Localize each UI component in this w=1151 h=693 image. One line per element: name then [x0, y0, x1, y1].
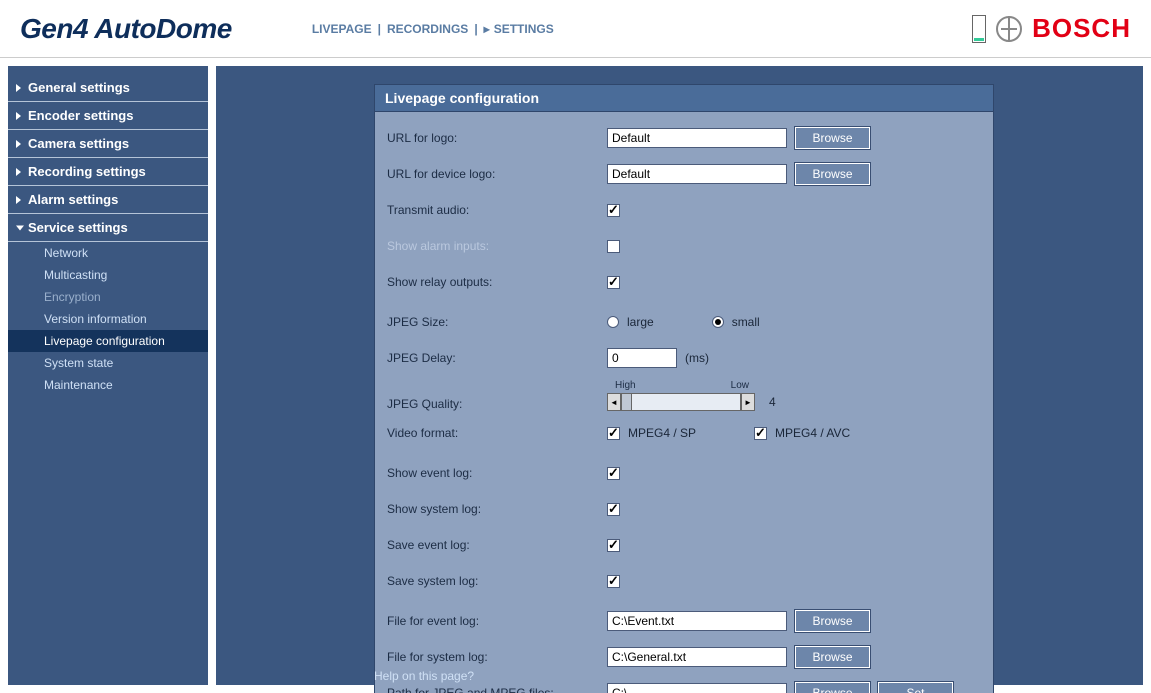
label-file-system: File for system log: [387, 650, 607, 664]
sidebar-item-encryption[interactable]: Encryption [8, 286, 208, 308]
nav-settings[interactable]: SETTINGS [494, 22, 554, 36]
slider-inc-button[interactable]: ► [741, 393, 755, 411]
sidebar-item-network[interactable]: Network [8, 242, 208, 264]
label-jpeg-size: JPEG Size: [387, 315, 607, 329]
url-logo-input[interactable] [607, 128, 787, 148]
header: Gen4 AutoDome LIVEPAGE | RECORDINGS | ▸ … [0, 0, 1151, 58]
label-save-event: Save event log: [387, 538, 607, 552]
transmit-audio-checkbox[interactable] [607, 204, 620, 217]
label-path-files: Path for JPEG and MPEG files: [387, 686, 607, 693]
sidebar-cat-alarm[interactable]: Alarm settings [8, 186, 208, 214]
sidebar: General settings Encoder settings Camera… [8, 66, 208, 685]
browse-file-system-button[interactable]: Browse [795, 646, 870, 668]
browse-url-logo-button[interactable]: Browse [795, 127, 870, 149]
save-event-checkbox[interactable] [607, 539, 620, 552]
nav-separator: | [472, 22, 479, 36]
browse-file-event-button[interactable]: Browse [795, 610, 870, 632]
nav-recordings[interactable]: RECORDINGS [387, 22, 468, 36]
sidebar-cat-general[interactable]: General settings [8, 74, 208, 102]
slider-dec-button[interactable]: ◄ [607, 393, 621, 411]
label-show-alarm: Show alarm inputs: [387, 239, 607, 253]
jpeg-delay-input[interactable] [607, 348, 677, 368]
nav-livepage[interactable]: LIVEPAGE [312, 22, 372, 36]
settings-panel: Livepage configuration URL for logo: Bro… [374, 84, 994, 693]
sidebar-item-version[interactable]: Version information [8, 308, 208, 330]
video-avc-checkbox[interactable] [754, 427, 767, 440]
browse-url-device-button[interactable]: Browse [795, 163, 870, 185]
label-jpeg-delay: JPEG Delay: [387, 351, 607, 365]
video-avc-label: MPEG4 / AVC [775, 426, 850, 440]
label-url-logo: URL for logo: [387, 131, 607, 145]
panel-title: Livepage configuration [374, 84, 994, 112]
label-show-event: Show event log: [387, 466, 607, 480]
slider-low-label: Low [731, 380, 749, 391]
sidebar-item-livepage[interactable]: Livepage configuration [8, 330, 208, 352]
show-alarm-checkbox[interactable] [607, 240, 620, 253]
show-event-checkbox[interactable] [607, 467, 620, 480]
content-area: Livepage configuration URL for logo: Bro… [216, 66, 1143, 685]
label-show-relay: Show relay outputs: [387, 275, 607, 289]
show-relay-checkbox[interactable] [607, 276, 620, 289]
label-show-system: Show system log: [387, 502, 607, 516]
set-path-button[interactable]: Set [878, 682, 953, 693]
sidebar-cat-service[interactable]: Service settings [8, 214, 208, 242]
sidebar-item-multicasting[interactable]: Multicasting [8, 264, 208, 286]
jpeg-size-large-radio[interactable] [607, 316, 619, 328]
jpeg-delay-unit: (ms) [685, 351, 709, 365]
file-event-input[interactable] [607, 611, 787, 631]
jpeg-quality-value: 4 [769, 395, 776, 409]
label-save-system: Save system log: [387, 574, 607, 588]
jpeg-size-small-label: small [732, 315, 760, 329]
sidebar-item-system-state[interactable]: System state [8, 352, 208, 374]
sidebar-cat-recording[interactable]: Recording settings [8, 158, 208, 186]
jpeg-size-small-radio[interactable] [712, 316, 724, 328]
label-jpeg-quality: JPEG Quality: [387, 397, 607, 411]
sidebar-cat-camera[interactable]: Camera settings [8, 130, 208, 158]
path-files-input[interactable] [607, 683, 787, 693]
product-title: Gen4 AutoDome [20, 13, 232, 45]
slider-thumb-icon [622, 394, 632, 410]
label-url-device: URL for device logo: [387, 167, 607, 181]
label-video-format: Video format: [387, 426, 607, 440]
device-status-icon [972, 15, 986, 43]
top-nav: LIVEPAGE | RECORDINGS | ▸ SETTINGS [312, 22, 554, 36]
jpeg-quality-slider[interactable] [621, 393, 741, 411]
brand-logo: BOSCH [1032, 13, 1131, 44]
globe-icon [996, 16, 1022, 42]
slider-high-label: High [615, 380, 636, 391]
file-system-input[interactable] [607, 647, 787, 667]
sidebar-cat-encoder[interactable]: Encoder settings [8, 102, 208, 130]
nav-separator: | [376, 22, 383, 36]
video-sp-checkbox[interactable] [607, 427, 620, 440]
jpeg-size-large-label: large [627, 315, 654, 329]
label-file-event: File for event log: [387, 614, 607, 628]
nav-caret-icon: ▸ [484, 22, 490, 36]
help-link[interactable]: Help on this page? [374, 669, 474, 683]
video-sp-label: MPEG4 / SP [628, 426, 696, 440]
show-system-checkbox[interactable] [607, 503, 620, 516]
label-transmit-audio: Transmit audio: [387, 203, 607, 217]
sidebar-item-maintenance[interactable]: Maintenance [8, 374, 208, 396]
browse-path-button[interactable]: Browse [795, 682, 870, 693]
url-device-input[interactable] [607, 164, 787, 184]
save-system-checkbox[interactable] [607, 575, 620, 588]
